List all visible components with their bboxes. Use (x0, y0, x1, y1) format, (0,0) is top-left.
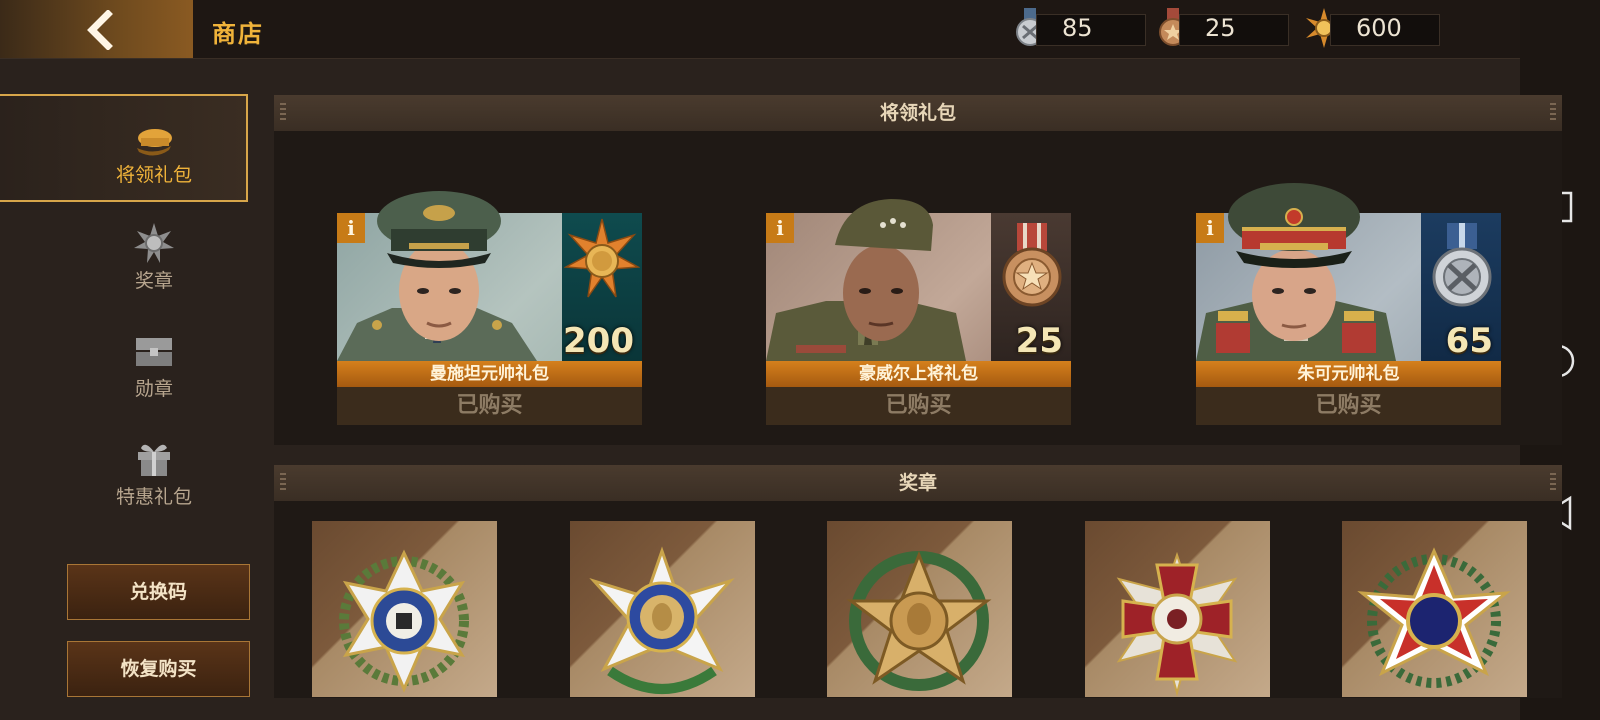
general-head (1228, 183, 1360, 341)
sidebar-item-label: 奖章 (134, 270, 173, 292)
purchase-status: 已购买 (337, 387, 642, 425)
reward-amount: 200 (563, 321, 634, 361)
bronze-medal-icon (1002, 223, 1062, 307)
section-title: 将领礼包 (274, 95, 1562, 131)
general-pack-card[interactable]: i 25 豪威尔上将礼包 已购买 (766, 173, 1071, 425)
chevron-left-icon (87, 10, 113, 50)
info-button[interactable]: i (1196, 213, 1224, 243)
red-cross-medal-icon (1116, 551, 1238, 697)
sidebar-item-generals[interactable]: 将领礼包 (0, 94, 248, 202)
medal-card[interactable] (312, 521, 497, 697)
purchase-status: 已购买 (766, 387, 1071, 425)
white-star-medal-icon (589, 546, 735, 694)
general-pack-card[interactable]: i 65 朱可元帅礼包 已购买 (1196, 173, 1501, 425)
sidebar-item-special-offers[interactable]: 特惠礼包 (0, 418, 248, 526)
red-white-star-medal-icon (1357, 547, 1511, 688)
silver-medal-icon (1432, 223, 1492, 307)
pack-name: 朱可元帅礼包 (1196, 361, 1501, 387)
sidebar-item-decorations[interactable]: 勋章 (0, 310, 248, 418)
medal-card[interactable] (827, 521, 1012, 697)
general-head (377, 191, 501, 341)
sidebar-item-label: 勋章 (134, 378, 173, 400)
reward-amount: 25 (1015, 321, 1063, 361)
top-bar: 商店 85 25 600 (0, 0, 1520, 59)
sun-medal-icon (134, 223, 174, 263)
sidebar-item-label: 将领礼包 (115, 164, 192, 186)
medals-section: 奖章 (274, 465, 1562, 698)
section-title: 奖章 (274, 465, 1562, 501)
officer-cap-icon (137, 129, 172, 156)
info-button[interactable]: i (337, 213, 365, 243)
info-button[interactable]: i (766, 213, 794, 243)
currency-value: 25 (1205, 14, 1236, 42)
sidebar-item-medals[interactable]: 奖章 (0, 202, 248, 310)
general-head (835, 199, 933, 341)
gift-icon (138, 444, 170, 476)
currency-value: 85 (1062, 14, 1093, 42)
chest-icon (136, 338, 172, 366)
medal-card[interactable] (1085, 521, 1270, 697)
generals-section: 将领礼包 i 200 曼施坦元帅礼包 已购买 i 25 豪威尔上将礼包 已购买 … (274, 95, 1562, 445)
gold-sun-medal-icon (564, 218, 640, 298)
medal-card[interactable] (1342, 521, 1527, 697)
gold-star-wreath-medal-icon (846, 550, 992, 691)
blue-cross-medal-icon (339, 549, 469, 693)
restore-purchase-button[interactable]: 恢复购买 (67, 641, 250, 697)
page-title: 商店 (212, 20, 264, 48)
medal-card[interactable] (570, 521, 755, 697)
general-pack-card[interactable]: i 200 曼施坦元帅礼包 已购买 (337, 173, 642, 425)
back-button[interactable] (0, 0, 193, 58)
pack-name: 豪威尔上将礼包 (766, 361, 1071, 387)
sidebar-item-label: 特惠礼包 (115, 486, 192, 508)
currency-value: 600 (1356, 14, 1402, 42)
purchase-status: 已购买 (1196, 387, 1501, 425)
pack-name: 曼施坦元帅礼包 (337, 361, 642, 387)
redeem-code-button[interactable]: 兑换码 (67, 564, 250, 620)
reward-amount: 65 (1445, 321, 1493, 361)
